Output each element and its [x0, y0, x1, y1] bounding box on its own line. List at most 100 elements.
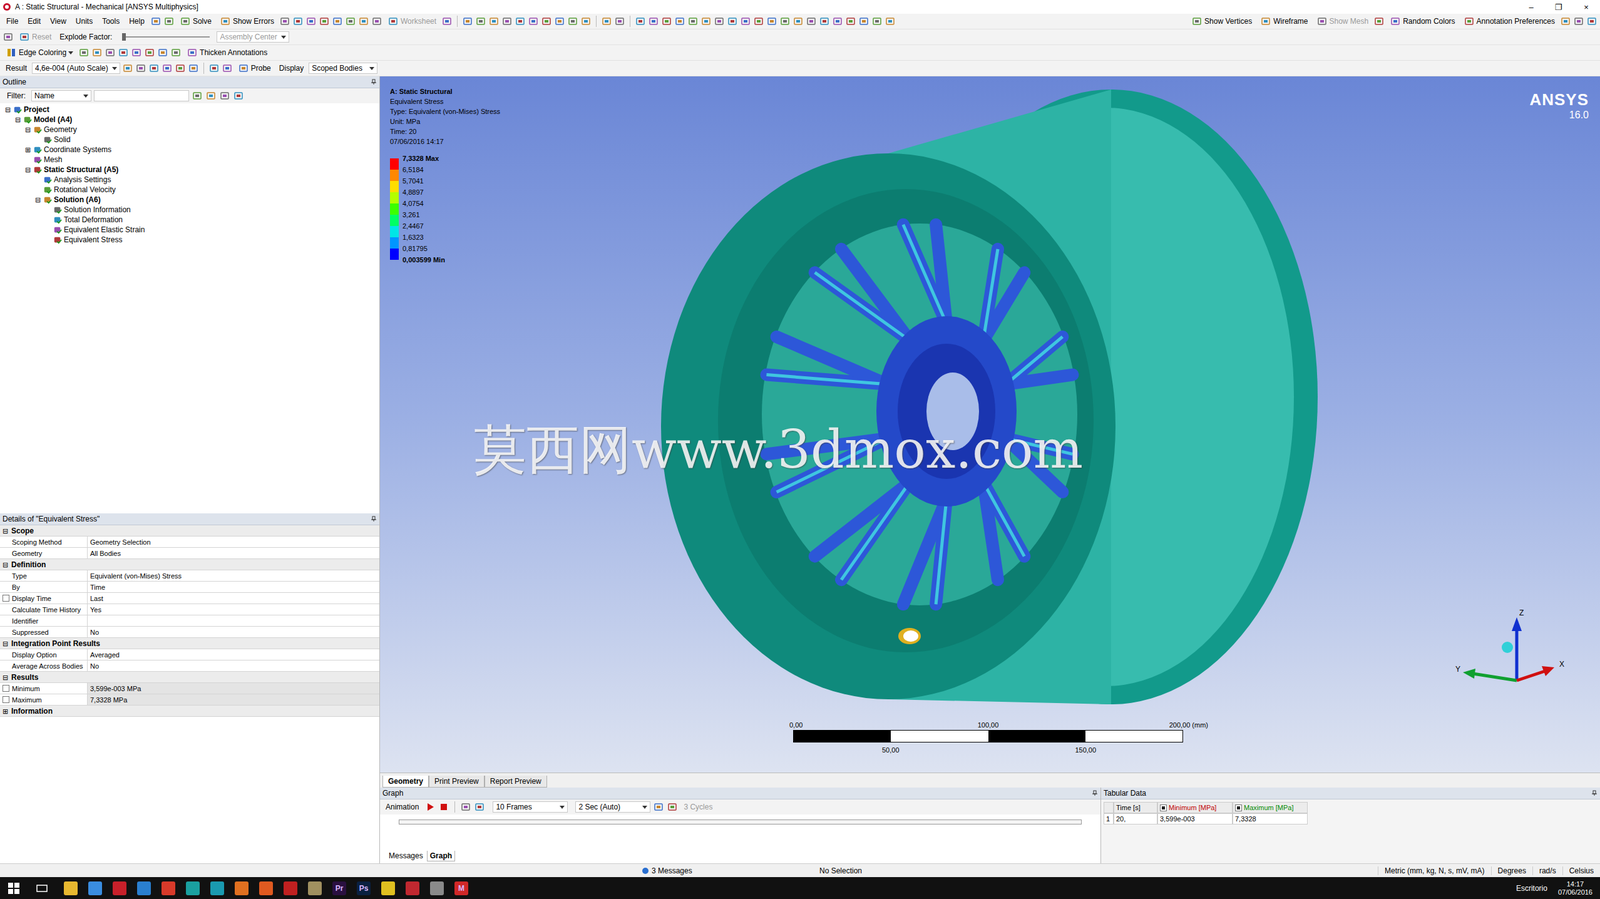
toolbar-button[interactable]: Wireframe	[1256, 16, 1311, 27]
tree-item[interactable]: Equivalent Elastic Strain	[0, 224, 380, 235]
taskbar-app[interactable]	[137, 881, 151, 896]
stop-icon[interactable]	[438, 801, 449, 812]
tool-icon[interactable]	[219, 90, 230, 101]
menu-item[interactable]: Units	[71, 16, 97, 26]
tool-icon[interactable]	[118, 47, 129, 58]
tool-icon[interactable]	[460, 801, 471, 812]
tool-icon[interactable]	[388, 16, 399, 27]
tool-icon[interactable]	[1390, 16, 1401, 27]
taskbar-app[interactable]	[381, 881, 395, 896]
details-section[interactable]: ⊞Information	[0, 705, 380, 717]
expander-icon[interactable]: ⊟	[33, 195, 42, 204]
window-control[interactable]: ❐	[1544, 2, 1573, 12]
checkbox[interactable]	[2, 696, 10, 703]
tool-icon[interactable]	[554, 16, 565, 27]
result-scale-dropdown[interactable]: 4,6e-004 (Auto Scale)	[31, 62, 121, 74]
pin-icon[interactable]	[370, 515, 377, 523]
tool-icon[interactable]	[661, 16, 672, 27]
tool-icon[interactable]	[279, 16, 290, 27]
tree-item[interactable]: Total Deformation	[0, 214, 380, 225]
thicken-annotations-button[interactable]: Thicken Annotations	[183, 47, 271, 58]
menu-item[interactable]: Help	[125, 16, 149, 26]
menu-item[interactable]: File	[2, 16, 22, 26]
tool-icon[interactable]	[19, 31, 30, 42]
tool-icon[interactable]	[187, 47, 198, 58]
tool-icon[interactable]	[806, 16, 817, 27]
details-row[interactable]: Display Time Last	[0, 592, 380, 605]
graph-tab[interactable]: Graph	[426, 850, 456, 862]
filter-input[interactable]	[93, 90, 190, 102]
tree-item[interactable]: Rotational Velocity	[0, 184, 380, 195]
view-tab[interactable]: Report Preview	[484, 775, 548, 788]
animation-timeline[interactable]	[398, 819, 1082, 825]
taskbar-app[interactable]	[259, 881, 273, 896]
table-cell[interactable]: 3,599e-003	[1157, 813, 1233, 825]
tool-icon[interactable]	[220, 16, 231, 27]
tool-icon[interactable]	[345, 16, 356, 27]
tool-icon[interactable]	[180, 16, 191, 27]
tool-icon[interactable]	[462, 16, 473, 27]
tool-icon[interactable]	[209, 63, 220, 74]
tool-icon[interactable]	[614, 16, 625, 27]
details-row[interactable]: Type Equivalent (von-Mises) Stress	[0, 570, 380, 582]
tree-item[interactable]: Solution Information	[0, 204, 380, 215]
window-control[interactable]: ×	[1572, 2, 1600, 12]
pin-icon[interactable]	[370, 78, 377, 86]
tool-icon[interactable]	[1573, 16, 1584, 27]
windows-start-icon[interactable]	[7, 882, 21, 895]
pin-icon[interactable]	[1591, 789, 1598, 797]
details-section[interactable]: ⊟Scope	[0, 525, 380, 537]
details-row[interactable]: Maximum 7,3328 MPa	[0, 694, 380, 706]
tool-icon[interactable]	[131, 47, 142, 58]
tree-item[interactable]: Equivalent Stress	[0, 234, 380, 245]
tool-icon[interactable]	[601, 16, 612, 27]
details-section[interactable]: ⊟Results	[0, 671, 380, 683]
column-header[interactable]: Time [s]	[1113, 801, 1158, 814]
table-cell[interactable]: 20,	[1113, 813, 1158, 825]
tool-icon[interactable]	[222, 63, 233, 74]
tool-icon[interactable]	[714, 16, 725, 27]
taskbar-app[interactable]	[185, 881, 200, 896]
tool-icon[interactable]	[474, 801, 485, 812]
tree-item[interactable]: ⊟ Geometry	[0, 124, 380, 135]
tool-icon[interactable]	[488, 16, 499, 27]
taskbar-app[interactable]	[430, 881, 444, 896]
tool-icon[interactable]	[1586, 16, 1597, 27]
tool-icon[interactable]	[858, 16, 869, 27]
task-view-icon[interactable]	[35, 882, 49, 895]
toolbar-button[interactable]: Reset	[15, 31, 55, 42]
tool-icon[interactable]	[92, 47, 103, 58]
tool-icon[interactable]	[819, 16, 830, 27]
tool-icon[interactable]	[753, 16, 764, 27]
tool-icon[interactable]	[648, 16, 659, 27]
toolbar-button[interactable]: Worksheet	[384, 16, 440, 27]
display-dropdown[interactable]: Scoped Bodies	[308, 62, 378, 74]
details-row[interactable]: Identifier	[0, 615, 380, 627]
tool-icon[interactable]	[541, 16, 552, 27]
taskbar-app[interactable]: Ps	[356, 881, 371, 896]
tool-icon[interactable]	[779, 16, 790, 27]
expander-icon[interactable]: ⊟	[23, 125, 32, 134]
tool-icon[interactable]	[845, 16, 856, 27]
details-section[interactable]: ⊟Integration Point Results	[0, 637, 380, 650]
tool-icon[interactable]	[122, 63, 133, 74]
taskbar-app[interactable]	[161, 881, 176, 896]
expander-icon[interactable]: ⊟	[3, 105, 12, 114]
duration-dropdown[interactable]: 2 Sec (Auto)	[575, 801, 651, 813]
tool-icon[interactable]	[1317, 16, 1328, 27]
expander-icon[interactable]: ⊞	[23, 145, 32, 154]
tool-icon[interactable]	[793, 16, 804, 27]
column-header[interactable]: Maximum [MPa]	[1232, 801, 1308, 814]
tool-icon[interactable]	[740, 16, 751, 27]
tool-icon[interactable]	[358, 16, 369, 27]
unit-indicator[interactable]: Metric (mm, kg, N, s, mV, mA)	[1377, 866, 1492, 876]
toolbar-button[interactable]: Annotation Preferences	[1460, 16, 1559, 27]
menu-item[interactable]: View	[46, 16, 71, 26]
checkbox[interactable]	[2, 684, 10, 692]
probe-button[interactable]: Probe	[234, 63, 275, 74]
tool-icon[interactable]	[233, 90, 244, 101]
tree-item[interactable]: Mesh	[0, 154, 380, 165]
graphics-viewport[interactable]: A: Static StructuralEquivalent StressTyp…	[379, 76, 1600, 773]
details-row[interactable]: Minimum 3,599e-003 MPa	[0, 682, 380, 695]
tool-icon[interactable]	[144, 47, 155, 58]
